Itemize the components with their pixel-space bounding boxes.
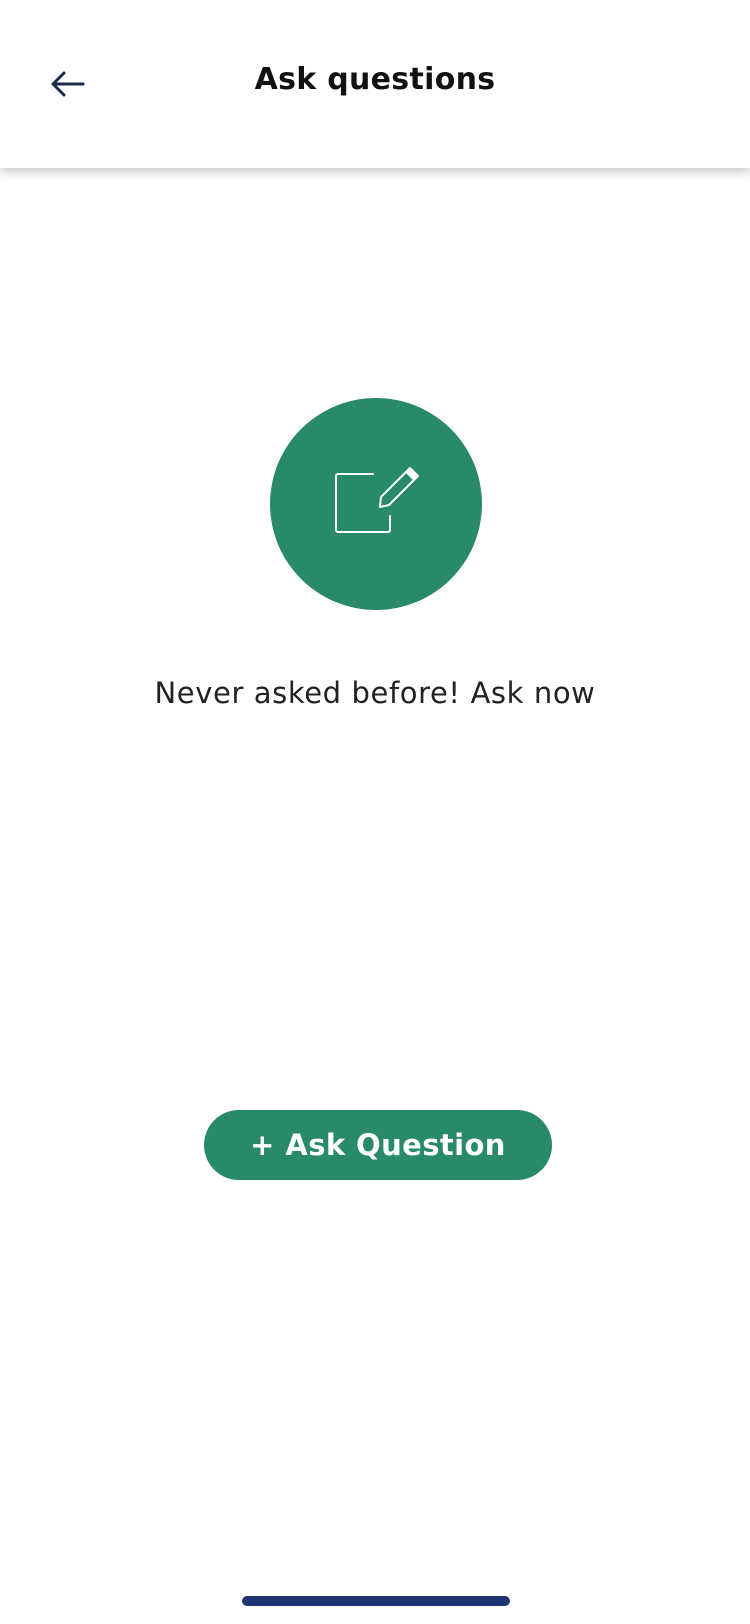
app-bar: Ask questions [0, 0, 750, 168]
empty-state-icon-circle [270, 398, 482, 610]
ask-question-button[interactable]: + Ask Question [204, 1110, 552, 1180]
ask-questions-screen: Ask questions Never asked before! Ask no… [0, 0, 750, 1624]
edit-icon [335, 467, 419, 533]
empty-state-message: Never asked before! Ask now [154, 676, 596, 710]
home-indicator [242, 1596, 510, 1606]
page-title: Ask questions [254, 62, 496, 97]
